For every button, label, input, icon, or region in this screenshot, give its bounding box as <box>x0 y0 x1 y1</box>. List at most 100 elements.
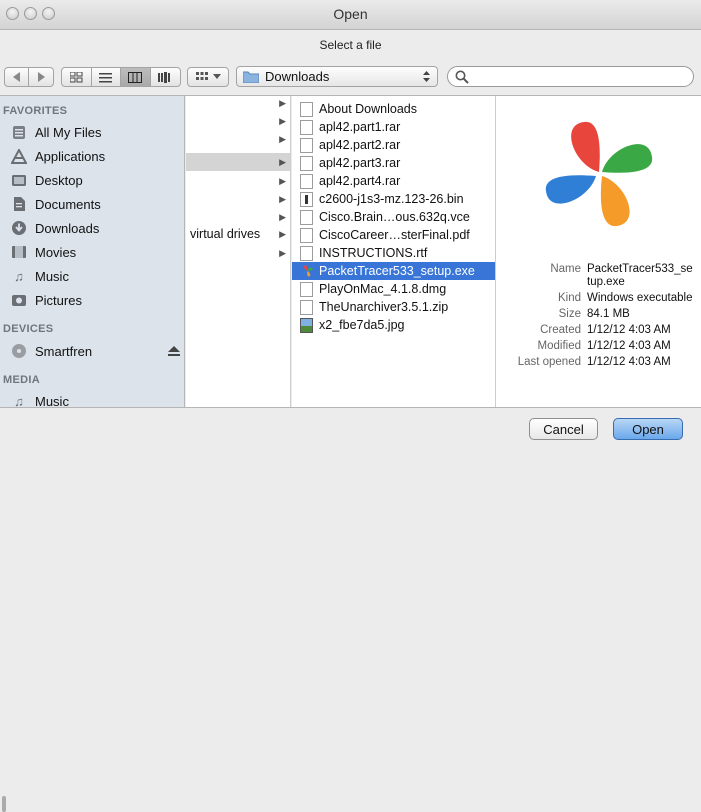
file-row[interactable]: CiscoCareer…sterFinal.pdf <box>292 226 495 244</box>
icon-view-icon <box>69 71 83 82</box>
documents-icon <box>10 196 28 212</box>
file-row[interactable]: apl42.part1.rar <box>292 118 495 136</box>
coverflow-view-icon <box>158 71 171 83</box>
coverflow-view-button[interactable] <box>151 68 180 86</box>
file-name: apl42.part1.rar <box>319 120 401 134</box>
cancel-button[interactable]: Cancel <box>529 418 598 440</box>
sidebar-item-media-music[interactable]: ♫ Music <box>10 390 69 408</box>
disk-icon <box>10 343 28 359</box>
applications-icon <box>10 148 28 164</box>
file-row[interactable]: apl42.part4.rar <box>292 172 495 190</box>
sidebar-item-desktop[interactable]: Desktop <box>10 169 83 191</box>
packettracer-icon <box>300 264 313 279</box>
all-files-icon <box>10 124 28 140</box>
size-value: 84.1 MB <box>587 308 630 320</box>
name-value-continued: tup.exe <box>587 276 625 288</box>
search-field <box>447 66 694 87</box>
sidebar-item-movies[interactable]: Movies <box>10 241 76 263</box>
back-arrow-icon <box>12 72 20 82</box>
sidebar-item-downloads[interactable]: Downloads <box>10 217 99 239</box>
created-value: 1/12/12 4:03 AM <box>587 324 671 336</box>
document-icon <box>300 173 313 189</box>
icon-view-button[interactable] <box>62 68 92 86</box>
name-label: Name <box>550 263 581 275</box>
file-row[interactable]: TheUnarchiver3.5.1.zip <box>292 298 495 316</box>
disclosure-arrow-icon: ▶ <box>279 248 286 258</box>
browser-column-1: ▶ virtual drives ▶ ▶ ▶ ▶ ▶ ▶ ▶ ▶ <box>186 96 291 407</box>
location-label: Downloads <box>265 69 330 84</box>
file-name: apl42.part3.rar <box>319 156 401 170</box>
column-row-label: virtual drives <box>190 227 261 241</box>
file-name: x2_fbe7da5.jpg <box>319 318 405 332</box>
disclosure-arrow-icon: ▶ <box>279 228 286 239</box>
sidebar-item-music[interactable]: ♫ Music <box>10 265 69 287</box>
downloads-icon <box>10 220 28 236</box>
sidebar-scrollbar[interactable] <box>2 796 6 812</box>
file-row[interactable]: PacketTracer533_setup.exe <box>292 262 495 280</box>
file-name: apl42.part4.rar <box>319 174 401 188</box>
music-icon: ♫ <box>14 393 24 408</box>
list-view-button[interactable] <box>92 68 121 86</box>
eject-icon[interactable] <box>168 346 180 357</box>
arrange-menu-button[interactable] <box>187 67 229 87</box>
file-row[interactable]: INSTRUCTIONS.rtf <box>292 244 495 262</box>
sidebar-item-label: Pictures <box>35 292 82 308</box>
size-label: Size <box>558 308 581 320</box>
disclosure-arrow-icon: ▶ <box>279 176 286 186</box>
image-file-icon <box>300 317 313 333</box>
preview-pane: Name PacketTracer533_se tup.exe Kind Win… <box>496 96 701 407</box>
column-row[interactable]: virtual drives ▶ <box>186 225 290 243</box>
last-opened-label: Last opened <box>517 356 581 368</box>
pictures-icon <box>10 292 28 308</box>
open-dialog: Open Select a file Downloads FAVORITES A… <box>0 0 701 812</box>
column-view-button[interactable] <box>121 68 151 86</box>
sidebar-item-pictures[interactable]: Pictures <box>10 289 82 311</box>
sidebar-item-label: Smartfren <box>35 343 93 359</box>
forward-button[interactable] <box>29 68 53 86</box>
file-name: About Downloads <box>319 102 417 116</box>
binary-file-icon <box>300 191 313 207</box>
file-row[interactable]: x2_fbe7da5.jpg <box>292 316 495 334</box>
document-icon <box>300 101 313 117</box>
chevron-down-icon <box>212 74 221 79</box>
sidebar-item-applications[interactable]: Applications <box>10 145 105 167</box>
sidebar-item-label: Downloads <box>35 220 100 236</box>
back-button[interactable] <box>5 68 29 86</box>
file-row[interactable]: Cisco.Brain…ous.632q.vce <box>292 208 495 226</box>
list-view-icon <box>99 72 113 82</box>
file-row[interactable]: About Downloads <box>292 100 495 118</box>
view-mode-switcher <box>61 67 181 87</box>
sidebar-item-documents[interactable]: Documents <box>10 193 101 215</box>
column-row[interactable]: ▶ <box>186 153 290 171</box>
document-icon <box>300 245 313 261</box>
forward-arrow-icon <box>38 72 45 82</box>
document-icon <box>300 281 313 297</box>
location-popup[interactable]: Downloads <box>236 66 438 87</box>
file-name: CiscoCareer…sterFinal.pdf <box>319 228 470 242</box>
file-name: TheUnarchiver3.5.1.zip <box>319 300 449 314</box>
sidebar-item-smartfren[interactable]: Smartfren <box>10 340 180 362</box>
sidebar-section-media: MEDIA <box>3 374 40 386</box>
sidebar-item-label: Desktop <box>35 172 83 188</box>
updown-chevron-icon <box>423 71 430 82</box>
search-input[interactable] <box>473 69 693 84</box>
dialog-prompt: Select a file <box>319 38 382 52</box>
file-row[interactable]: PlayOnMac_4.1.8.dmg <box>292 280 495 298</box>
last-opened-value: 1/12/12 4:03 AM <box>587 356 671 368</box>
kind-label: Kind <box>557 292 581 304</box>
file-row[interactable]: c2600-j1s3-mz.123-26.bin <box>292 190 495 208</box>
browser-column-files: About Downloads apl42.part1.rar apl42.part… <box>292 96 496 407</box>
column-view-icon <box>128 71 143 83</box>
sidebar: FAVORITES All My Files Applications Desk… <box>0 96 185 407</box>
sidebar-item-label: Movies <box>35 244 77 260</box>
file-name: apl42.part2.rar <box>319 138 401 152</box>
file-row[interactable]: apl42.part3.rar <box>292 154 495 172</box>
disclosure-arrow-icon: ▶ <box>279 194 286 204</box>
sidebar-section-favorites: FAVORITES <box>3 105 68 117</box>
open-button[interactable]: Open <box>613 418 683 440</box>
disclosure-arrow-icon: ▶ <box>279 156 286 167</box>
created-label: Created <box>540 324 581 336</box>
file-row[interactable]: apl42.part2.rar <box>292 136 495 154</box>
disclosure-arrow-icon: ▶ <box>279 116 286 126</box>
sidebar-item-all-my-files[interactable]: All My Files <box>10 121 101 143</box>
